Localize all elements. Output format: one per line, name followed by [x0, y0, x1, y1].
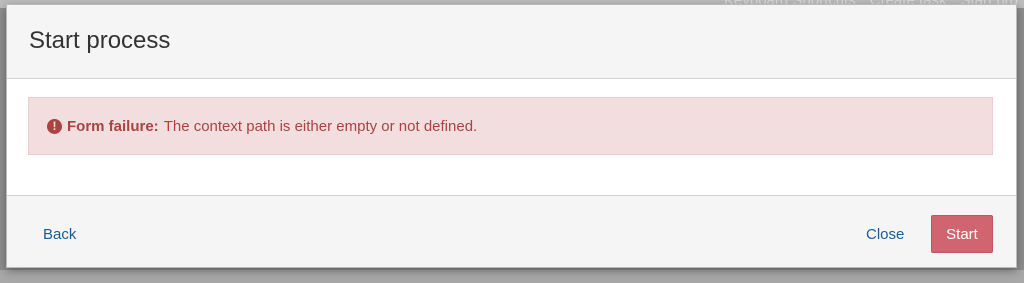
close-button[interactable]: Close — [866, 226, 904, 243]
back-button[interactable]: Back — [43, 226, 76, 243]
dialog-header: Start process — [7, 5, 1016, 79]
exclamation-circle-icon: ! — [47, 118, 62, 134]
alert-label: Form failure: — [67, 117, 159, 135]
alert-message: The context path is either empty or not … — [163, 117, 478, 135]
background-page-bottom — [0, 270, 1024, 283]
dialog-title: Start process — [29, 27, 171, 54]
form-failure-alert: ! Form failure: The context path is eith… — [28, 97, 993, 155]
start-process-dialog: Start process ! Form failure: The contex… — [6, 4, 1017, 268]
dialog-footer: Back Close Start — [7, 195, 1016, 267]
start-button[interactable]: Start — [931, 215, 993, 253]
dialog-body: ! Form failure: The context path is eith… — [7, 79, 1016, 195]
